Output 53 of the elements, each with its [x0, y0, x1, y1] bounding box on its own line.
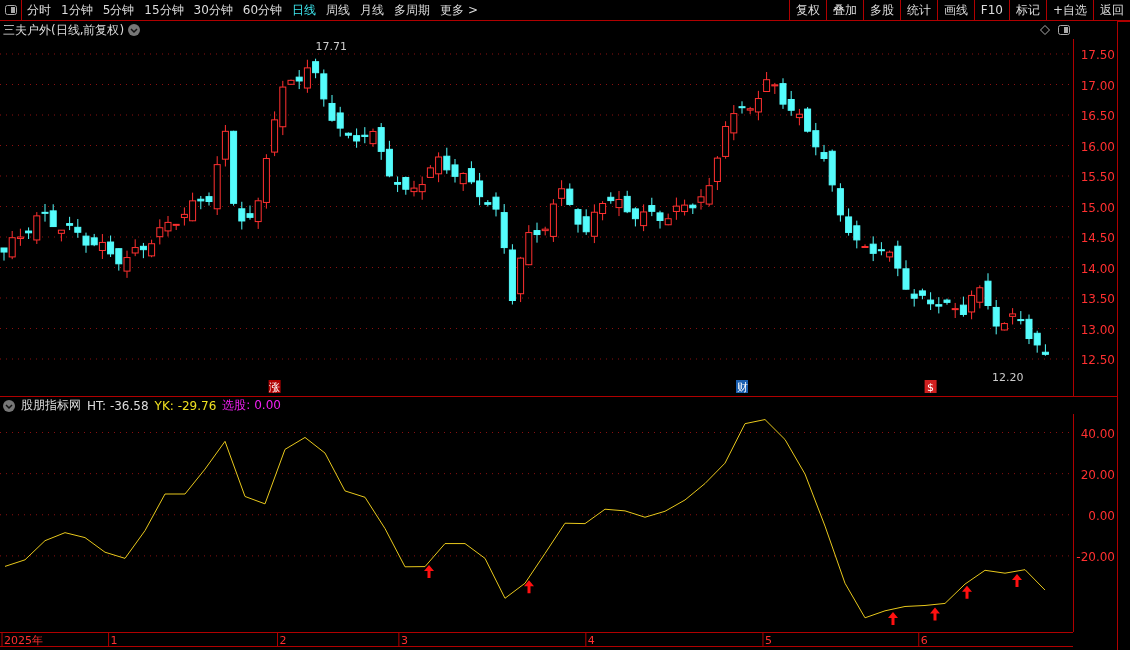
- price-axis-label: 17.00: [1080, 78, 1115, 93]
- event-marker[interactable]: 涨: [268, 380, 281, 394]
- indicator-name: 股朋指标网: [21, 397, 81, 414]
- price-axis-label: 15.00: [1080, 200, 1115, 215]
- indicator-reading: HT: -36.58: [87, 398, 149, 413]
- dropdown-icon[interactable]: [128, 24, 141, 36]
- period-tab[interactable]: 多周期: [389, 0, 436, 20]
- up-arrow-icon: [424, 565, 434, 578]
- period-tab[interactable]: 周线: [321, 0, 356, 20]
- time-axis-label: 2: [279, 634, 287, 647]
- up-arrow-icon: [1012, 574, 1022, 588]
- up-arrow-icon: [962, 585, 972, 599]
- period-tab[interactable]: 日线: [287, 0, 322, 20]
- indicator-axis-label: 40.00: [1080, 426, 1115, 441]
- indicator-reading: YK: -29.76: [154, 398, 217, 413]
- time-axis-label: 4: [587, 634, 595, 647]
- indicator-axis-label: 0.00: [1088, 508, 1115, 523]
- more-menu[interactable]: 更多 >: [435, 0, 483, 20]
- period-tab[interactable]: 30分钟: [188, 0, 238, 20]
- price-axis-label: 13.00: [1080, 322, 1115, 337]
- period-tab[interactable]: 月线: [355, 0, 390, 20]
- price-axis-label: 16.00: [1080, 139, 1115, 154]
- event-marker[interactable]: 财: [736, 380, 748, 394]
- up-arrow-icon: [930, 607, 940, 621]
- price-axis-label: 14.50: [1080, 231, 1115, 245]
- panel-toggle-icon[interactable]: [1058, 25, 1070, 35]
- time-axis-label: 1: [110, 634, 118, 647]
- time-axis-label: 2025年: [4, 634, 43, 647]
- low-price-label: 12.20: [992, 371, 1024, 385]
- price-axis-label: 16.50: [1080, 109, 1115, 123]
- up-arrow-icon: [888, 612, 898, 626]
- diamond-icon[interactable]: [1040, 25, 1050, 35]
- time-axis-label: 3: [400, 634, 408, 647]
- period-tab[interactable]: 1分钟: [56, 0, 98, 20]
- period-tab[interactable]: 5分钟: [97, 0, 140, 20]
- price-axis-label: 12.50: [1080, 353, 1115, 367]
- time-axis-label: 6: [920, 634, 928, 647]
- indicator-axis-label: -20.00: [1076, 549, 1115, 564]
- period-tab[interactable]: 60分钟: [237, 0, 288, 20]
- price-axis-label: 17.50: [1080, 48, 1115, 62]
- price-axis-label: 13.50: [1080, 292, 1115, 306]
- up-arrow-icon: [524, 580, 534, 594]
- indicator-axis-label: 20.00: [1080, 467, 1115, 482]
- price-axis-label: 14.00: [1080, 261, 1115, 276]
- period-tab[interactable]: 15分钟: [139, 0, 189, 20]
- event-marker[interactable]: $: [924, 380, 937, 394]
- dropdown-icon[interactable]: [3, 399, 15, 412]
- chart-title: 三夫户外(日线,前复权): [3, 21, 125, 39]
- price-axis-label: 15.50: [1080, 170, 1115, 184]
- indicator-reading: 选股: 0.00: [222, 397, 281, 414]
- period-tab[interactable]: 分时: [22, 0, 56, 20]
- time-axis-label: 5: [764, 634, 772, 647]
- high-price-label: 17.71: [315, 40, 348, 53]
